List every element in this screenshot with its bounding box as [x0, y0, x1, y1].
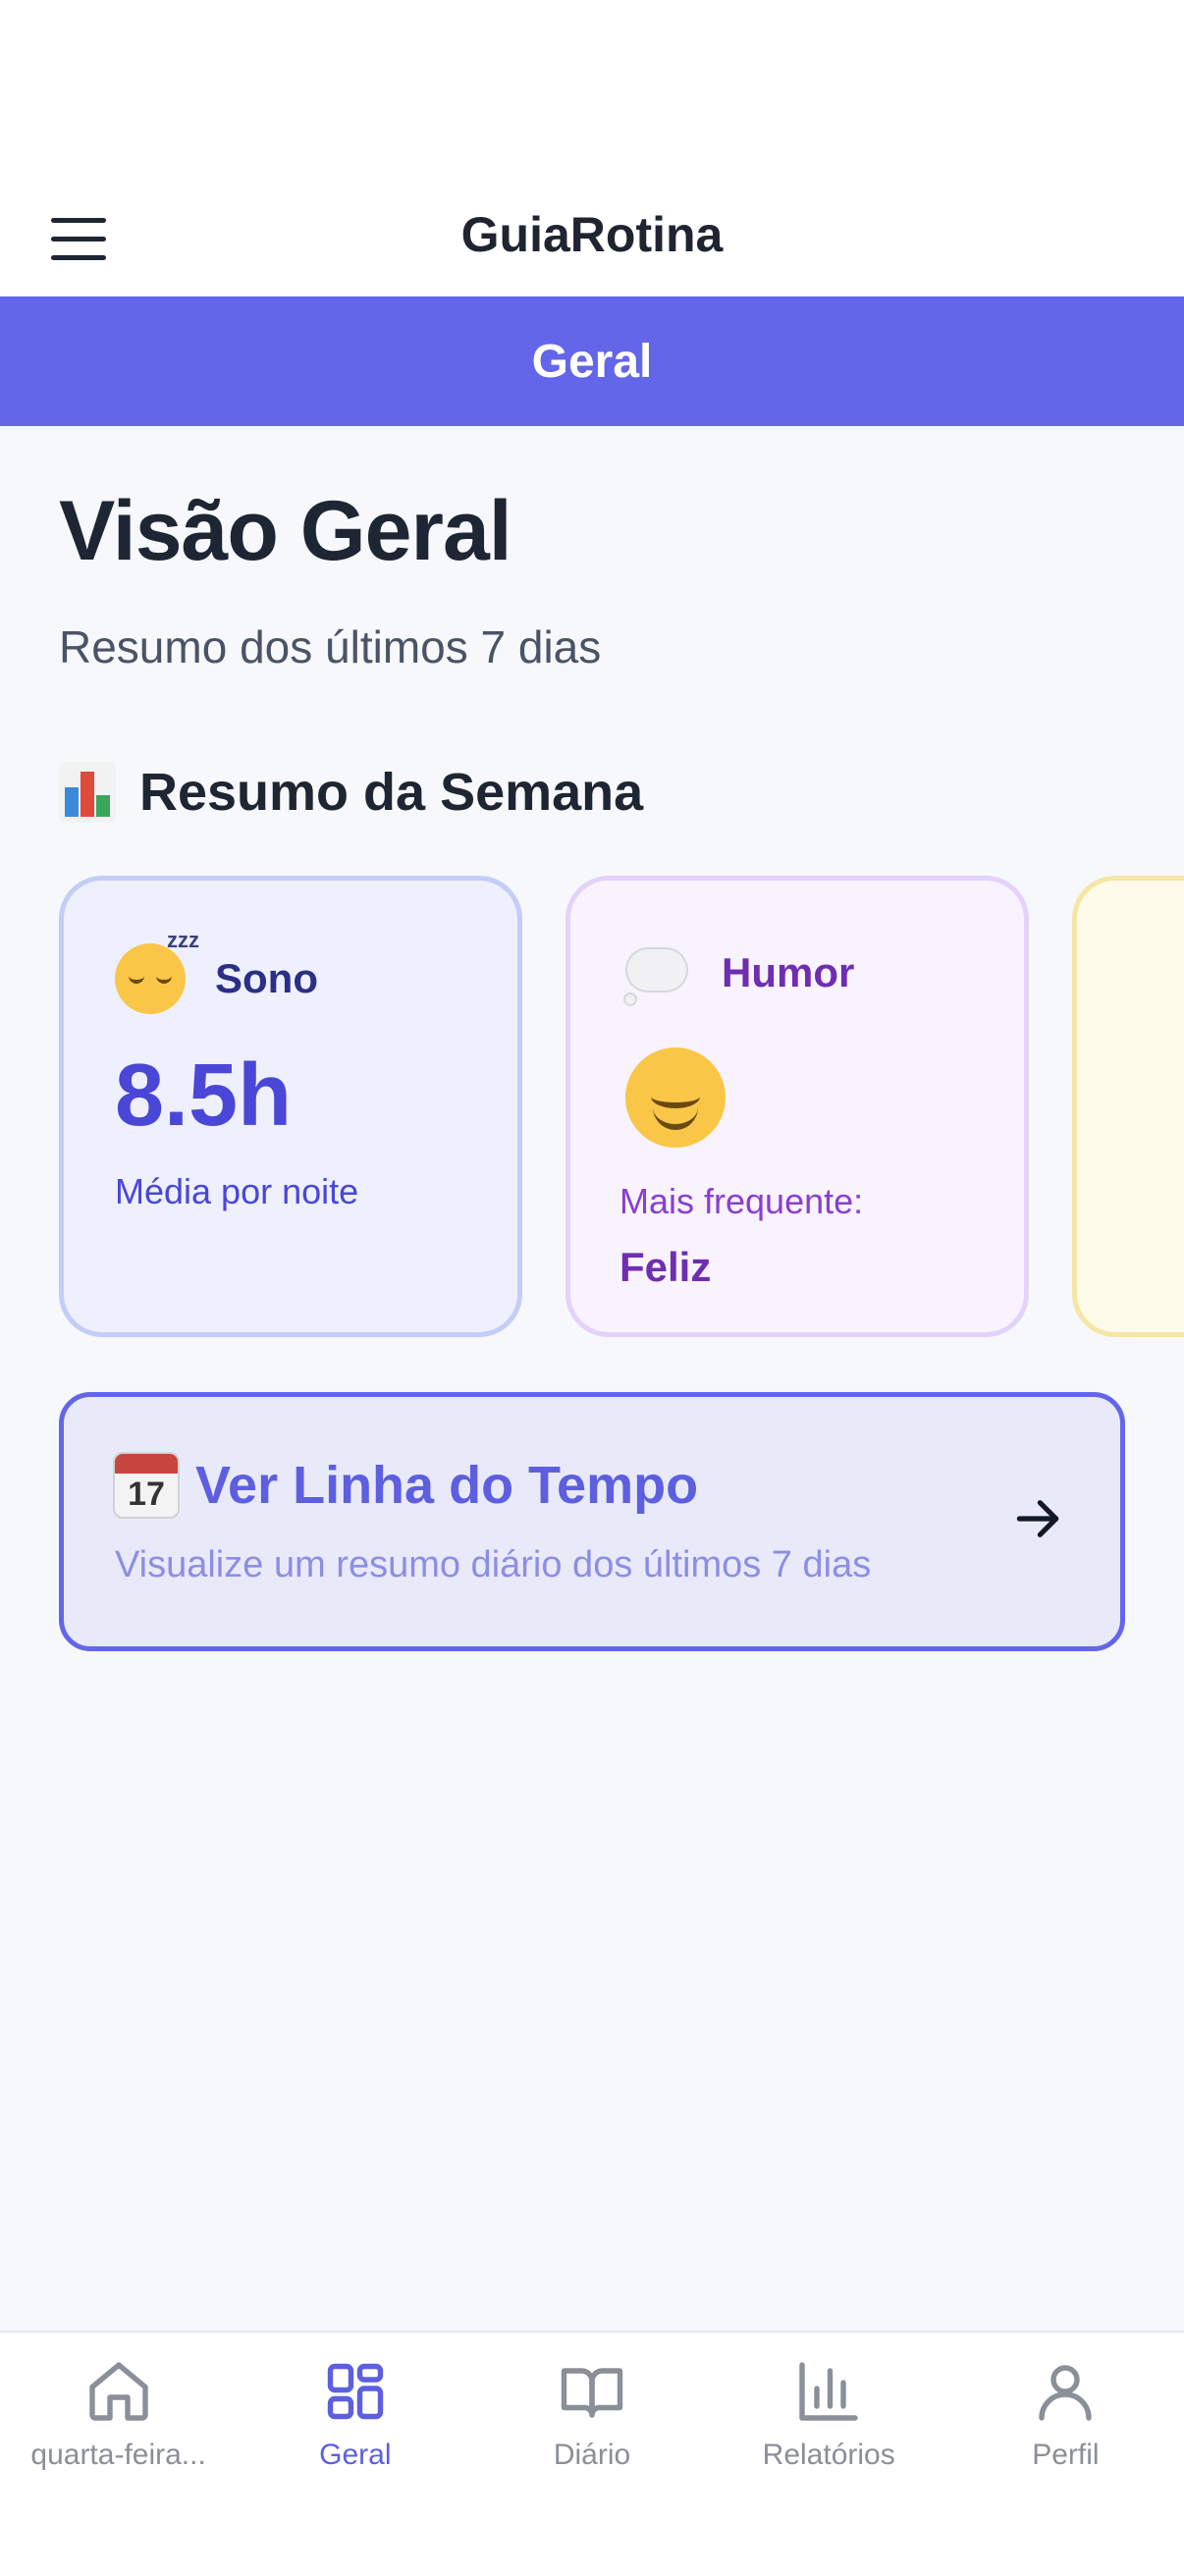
sleep-card-title: Sono	[215, 955, 318, 1001]
bottom-navigation: quarta-feira... Geral Diário Relatórios	[0, 2331, 1184, 2576]
week-summary-heading: Resumo da Semana	[59, 762, 643, 823]
page-subtitle: Resumo dos últimos 7 dias	[59, 621, 602, 672]
mood-frequent-label: Mais frequente:	[619, 1181, 864, 1221]
mood-card[interactable]: Humor Mais frequente: Feliz	[565, 876, 1029, 1337]
timeline-description: Visualize um resumo diário dos últimos 7…	[115, 1544, 872, 1585]
user-icon	[1039, 2365, 1093, 2421]
nav-label-diario: Diário	[553, 2439, 631, 2471]
smiling-face-emoji-icon	[625, 1047, 726, 1148]
nav-label-home: quarta-feira...	[30, 2439, 206, 2471]
timeline-title: 17 Ver Linha do Tempo	[115, 1454, 698, 1517]
week-summary-title: Resumo da Semana	[139, 763, 644, 822]
mood-card-header: Humor	[621, 943, 855, 1004]
calendar-emoji-icon: 17	[115, 1454, 178, 1517]
mood-card-title: Humor	[722, 949, 855, 995]
sleep-average-label: Média por noite	[115, 1171, 359, 1211]
timeline-title-label: Ver Linha do Tempo	[195, 1456, 699, 1515]
nav-item-diario[interactable]: Diário	[473, 2333, 710, 2576]
nav-label-geral: Geral	[319, 2439, 392, 2471]
bar-chart-icon	[799, 2362, 858, 2421]
app-title: GuiaRotina	[460, 207, 724, 262]
grid-icon	[327, 2363, 383, 2420]
section-header-bar: Geral	[0, 296, 1184, 426]
bar-chart-emoji-icon	[59, 762, 116, 823]
calendar-day-label: 17	[128, 1476, 165, 1513]
nav-item-home[interactable]: quarta-feira...	[0, 2333, 237, 2576]
nav-label-perfil: Perfil	[1032, 2439, 1100, 2471]
nav-label-relatorios: Relatórios	[762, 2439, 895, 2471]
sleep-average-value: 8.5h	[115, 1046, 293, 1145]
zzz-label: zzz	[167, 928, 199, 952]
sleeping-face-emoji-icon: zzz	[115, 928, 199, 1014]
arrow-right-icon	[1016, 1500, 1059, 1537]
nav-item-geral[interactable]: Geral	[237, 2333, 473, 2576]
home-icon	[88, 2362, 148, 2421]
nav-item-perfil[interactable]: Perfil	[947, 2333, 1184, 2576]
summary-cards-carousel[interactable]: zzz Sono 8.5h Média por noite Humor Mais…	[59, 874, 1184, 1345]
section-header-label: Geral	[531, 335, 653, 388]
sleep-card-header: zzz Sono	[115, 928, 318, 1014]
thought-balloon-emoji-icon	[621, 943, 692, 1004]
page-title: Visão Geral	[59, 484, 512, 578]
sleep-card[interactable]: zzz Sono 8.5h Média por noite	[59, 876, 522, 1337]
book-open-icon	[561, 2368, 623, 2418]
nav-item-relatorios[interactable]: Relatórios	[711, 2333, 947, 2576]
view-timeline-button[interactable]: 17 Ver Linha do Tempo Visualize um resum…	[59, 1392, 1125, 1651]
next-summary-card[interactable]	[1072, 876, 1184, 1337]
top-app-bar: GuiaRotina	[0, 0, 1184, 296]
mood-frequent-value: Feliz	[619, 1244, 712, 1290]
